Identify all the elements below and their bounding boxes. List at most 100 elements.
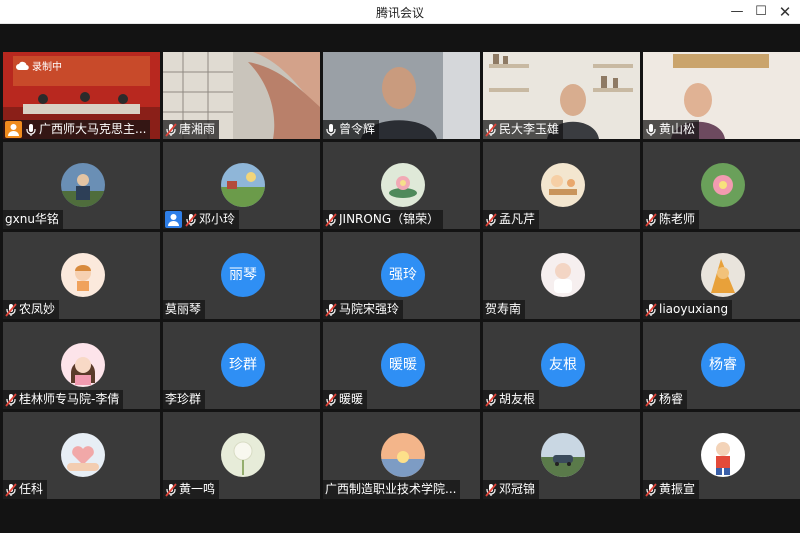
mic-muted-icon — [5, 392, 17, 407]
participant-avatar: 丽琴 — [221, 253, 265, 297]
participant-name: 黄山松 — [659, 122, 696, 136]
mic-muted-icon — [485, 212, 497, 227]
participant-avatar — [381, 433, 425, 477]
window-title: 腾讯会议 — [375, 6, 424, 20]
participant-avatar — [541, 163, 585, 207]
participant-name-tag: JINRONG（锦荣） — [323, 210, 444, 229]
participant-name-tag: gxnu华铭 — [3, 210, 63, 229]
participant-name-tag: 桂林师专马院-李倩 — [3, 390, 124, 409]
participant-name: 李珍群 — [165, 392, 202, 406]
participant-avatar — [701, 163, 745, 207]
participant-avatar: 暖暖 — [381, 343, 425, 387]
participant-name-tag: 莫丽琴 — [163, 300, 206, 319]
participant-tile[interactable]: 珍群李珍群 — [163, 322, 320, 409]
participant-grid: 录制中广西师大马克思主... 唐湘雨 曾令辉 民大李玉雄 黄山松 gxnu华铭 邓小玲 JIN… — [0, 52, 800, 525]
participant-name: 黄一鸣 — [179, 482, 216, 496]
participant-tile[interactable]: JINRONG（锦荣） — [323, 142, 480, 229]
participant-name-tag: 曾令辉 — [323, 120, 380, 139]
participant-name: 杨睿 — [659, 392, 684, 406]
participant-name: 曾令辉 — [339, 122, 376, 136]
close-icon[interactable]: ✕ — [774, 2, 796, 22]
participant-avatar — [61, 253, 105, 297]
mic-muted-icon — [485, 122, 497, 137]
participant-avatar: 友根 — [541, 343, 585, 387]
participant-tile[interactable]: 任科 — [3, 412, 160, 499]
participant-name: 黄振宣 — [659, 482, 696, 496]
participant-name-tag: 黄振宣 — [643, 480, 700, 499]
participant-tile[interactable]: 黄山松 — [643, 52, 800, 139]
mic-muted-icon — [5, 302, 17, 317]
participant-tile[interactable]: 曾令辉 — [323, 52, 480, 139]
mic-icon — [25, 123, 37, 137]
participant-tile[interactable]: 邓小玲 — [163, 142, 320, 229]
mic-muted-icon — [325, 392, 337, 407]
participant-tile[interactable]: 黄一鸣 — [163, 412, 320, 499]
participant-name: 唐湘雨 — [179, 122, 216, 136]
participant-tile[interactable]: 孟凡芹 — [483, 142, 640, 229]
participant-tile[interactable]: 友根 胡友根 — [483, 322, 640, 409]
participant-tile[interactable]: 陈老师 — [643, 142, 800, 229]
participant-tile[interactable]: liaoyuxiang — [643, 232, 800, 319]
mic-muted-icon — [645, 212, 657, 227]
participant-name: 暖暖 — [339, 392, 364, 406]
participant-name: 民大李玉雄 — [499, 122, 560, 136]
participant-tile[interactable]: 桂林师专马院-李倩 — [3, 322, 160, 409]
participant-tile[interactable]: 录制中广西师大马克思主... — [3, 52, 160, 139]
cloud-record-icon — [16, 61, 29, 70]
participant-tile[interactable]: 民大李玉雄 — [483, 52, 640, 139]
participant-tile[interactable]: 丽琴莫丽琴 — [163, 232, 320, 319]
mic-muted-icon — [325, 302, 337, 317]
mic-muted-icon — [645, 392, 657, 407]
participant-avatar — [701, 253, 745, 297]
mic-icon — [325, 123, 337, 137]
minimize-icon[interactable]: — — [726, 2, 748, 22]
mic-muted-icon — [165, 122, 177, 137]
mic-muted-icon — [645, 302, 657, 317]
recording-label: 录制中 — [32, 62, 62, 73]
participant-tile[interactable]: 邓冠锦 — [483, 412, 640, 499]
participant-tile[interactable]: 贺寿南 — [483, 232, 640, 319]
participant-name: 任科 — [19, 482, 44, 496]
participant-name: 马院宋强玲 — [339, 302, 400, 316]
participant-name-tag: 李珍群 — [163, 390, 206, 409]
participant-name: 孟凡芹 — [499, 212, 536, 226]
participant-avatar — [61, 163, 105, 207]
participant-name-tag: 广西制造职业技术学院... — [323, 480, 461, 499]
participant-tile[interactable]: 农凤妙 — [3, 232, 160, 319]
participant-tile[interactable]: 黄振宣 — [643, 412, 800, 499]
mic-muted-icon — [325, 212, 337, 227]
participant-avatar — [381, 163, 425, 207]
participant-name-tag: 唐湘雨 — [163, 120, 220, 139]
participant-name-tag: liaoyuxiang — [643, 300, 733, 319]
participant-name-tag: 邓小玲 — [163, 210, 240, 229]
participant-name-tag: 暖暖 — [323, 390, 368, 409]
mic-muted-icon — [645, 482, 657, 497]
cohost-badge-icon — [165, 211, 182, 228]
maximize-icon[interactable]: ☐ — [750, 2, 772, 22]
participant-tile[interactable]: gxnu华铭 — [3, 142, 160, 229]
participant-name-tag: 孟凡芹 — [483, 210, 540, 229]
participant-tile[interactable]: 强玲 马院宋强玲 — [323, 232, 480, 319]
participant-avatar — [541, 253, 585, 297]
title-bar: 腾讯会议 — ☐ ✕ — [0, 0, 800, 24]
mic-muted-icon — [165, 482, 177, 497]
participant-name-tag: 任科 — [3, 480, 48, 499]
participant-tile[interactable]: 暖暖 暖暖 — [323, 322, 480, 409]
participant-name-tag: 农凤妙 — [3, 300, 60, 319]
participant-name: liaoyuxiang — [659, 302, 729, 316]
participant-tile[interactable]: 杨睿 杨睿 — [643, 322, 800, 409]
mic-icon — [645, 123, 657, 137]
participant-avatar — [701, 433, 745, 477]
participant-tile[interactable]: 广西制造职业技术学院... — [323, 412, 480, 499]
participant-name-tag: 广西师大马克思主... — [3, 120, 151, 139]
participant-name-tag: 杨睿 — [643, 390, 688, 409]
participant-avatar: 珍群 — [221, 343, 265, 387]
participant-name: 莫丽琴 — [165, 302, 202, 316]
participant-name: gxnu华铭 — [5, 212, 59, 226]
participant-tile[interactable]: 唐湘雨 — [163, 52, 320, 139]
participant-name: 邓小玲 — [199, 212, 236, 226]
participant-name-tag: 民大李玉雄 — [483, 120, 564, 139]
participant-name-tag: 马院宋强玲 — [323, 300, 404, 319]
participant-name-tag: 邓冠锦 — [483, 480, 540, 499]
mic-muted-icon — [485, 482, 497, 497]
